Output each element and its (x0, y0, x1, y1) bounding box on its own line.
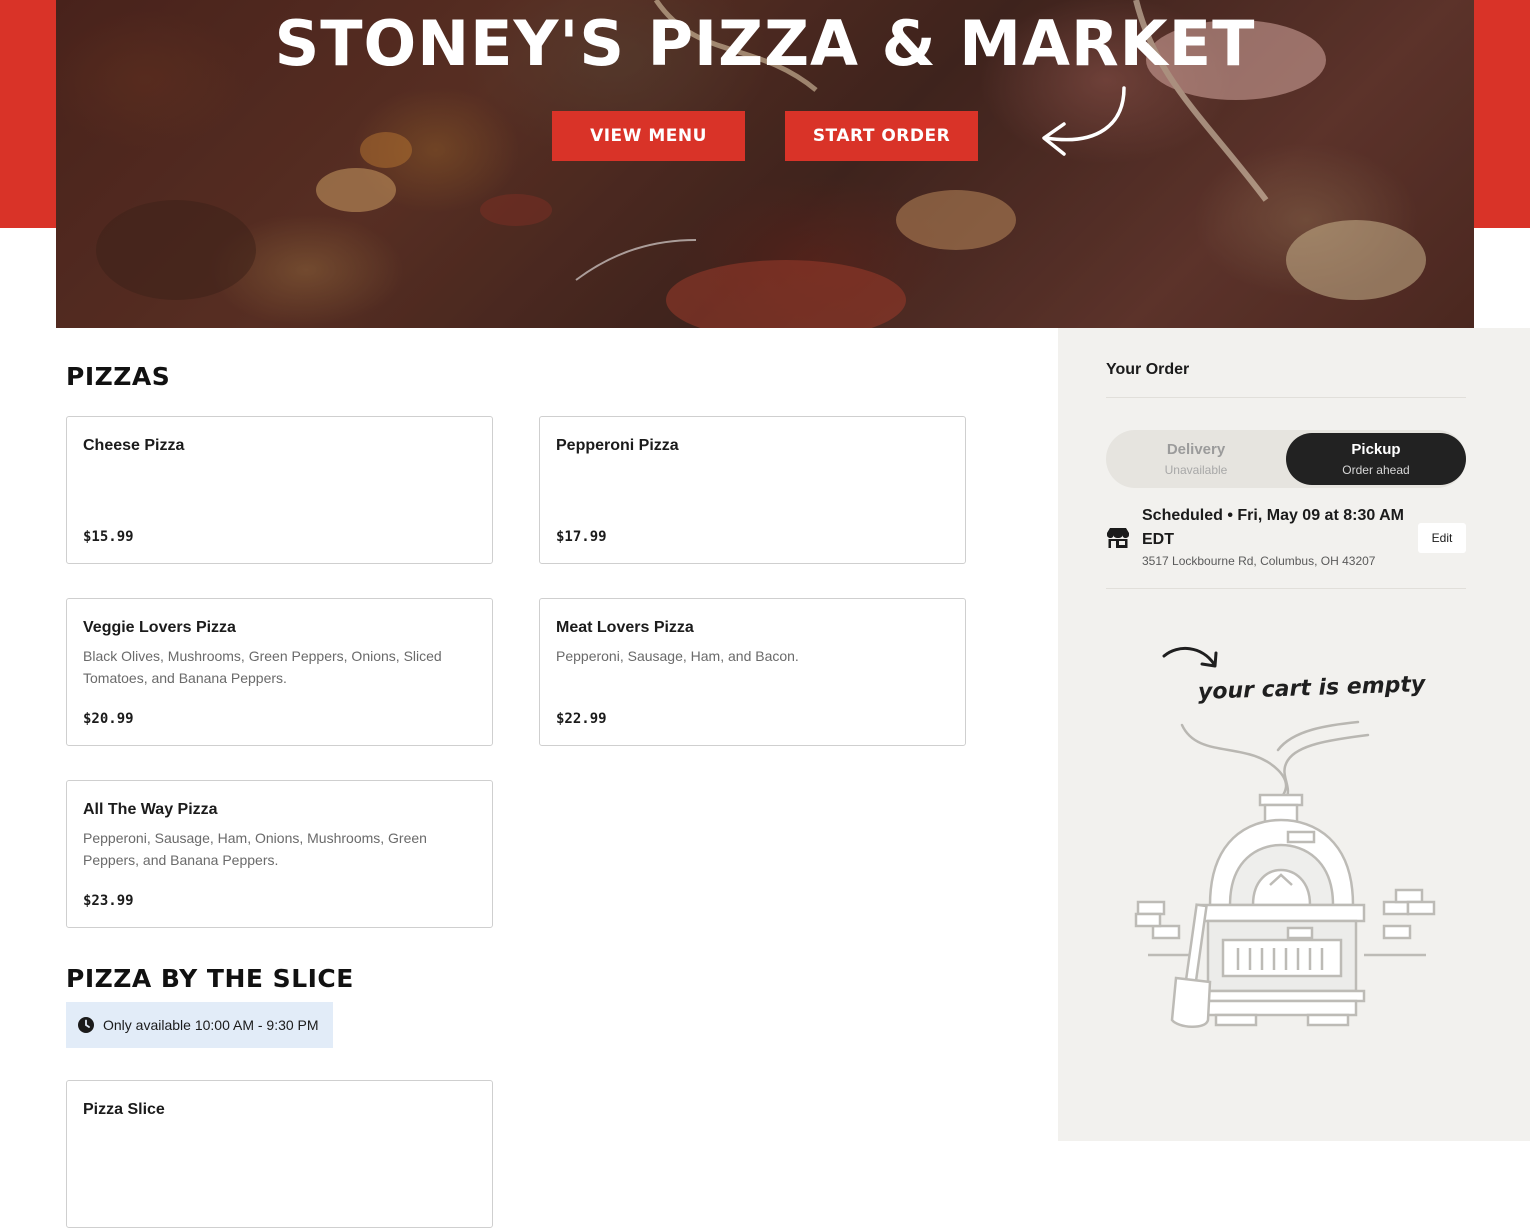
menu-item-price: $23.99 (83, 893, 134, 909)
pickup-status: Order ahead (1342, 463, 1410, 477)
fulfillment-toggle: Delivery Unavailable Pickup Order ahead (1106, 430, 1466, 488)
menu-item-name: Pizza Slice (83, 1101, 165, 1118)
menu-item-description: Pepperoni, Sausage, Ham, and Bacon. (556, 648, 799, 664)
pizza-oven-illustration (1134, 720, 1436, 1028)
store-icon (1107, 528, 1129, 548)
menu-item-price: $15.99 (83, 529, 134, 545)
delivery-status: Unavailable (1164, 463, 1228, 477)
clock-icon (78, 1017, 94, 1033)
curved-arrow-icon (1162, 646, 1218, 668)
menu-item-price: $20.99 (83, 711, 134, 727)
menu-item-name: All The Way Pizza (83, 801, 218, 818)
menu-item-description: Black Olives, Mushrooms, Green Peppers, … (83, 648, 442, 686)
order-title: Your Order (1106, 361, 1190, 378)
menu-item-description: Pepperoni, Sausage, Ham, Onions, Mushroo… (83, 830, 427, 868)
pickup-option[interactable]: Pickup Order ahead (1286, 433, 1466, 485)
delivery-option[interactable]: Delivery Unavailable (1106, 433, 1286, 485)
view-menu-button[interactable]: VIEW MENU (552, 111, 745, 161)
divider (1106, 397, 1466, 398)
curved-arrow-icon (1042, 86, 1126, 156)
empty-cart-text: your cart is empty (1197, 672, 1426, 705)
section-title-slice: PIZZA BY THE SLICE (66, 964, 354, 993)
section-title-pizzas: PIZZAS (66, 362, 171, 391)
divider (1106, 588, 1466, 589)
availability-notice: Only available 10:00 AM - 9:30 PM (66, 1002, 333, 1048)
hero-banner: STONEY'S PIZZA & MARKET VIEW MENU START … (56, 0, 1474, 328)
menu-item-card[interactable]: Meat Lovers Pizza Pepperoni, Sausage, Ha… (539, 598, 966, 746)
menu-item-name: Veggie Lovers Pizza (83, 619, 236, 636)
menu-item-price: $17.99 (556, 529, 607, 545)
edit-schedule-button[interactable]: Edit (1418, 523, 1466, 553)
pickup-address: 3517 Lockbourne Rd, Columbus, OH 43207 (1142, 554, 1376, 568)
start-order-button[interactable]: START ORDER (785, 111, 978, 161)
availability-text: Only available 10:00 AM - 9:30 PM (103, 1017, 319, 1033)
menu-item-card[interactable]: Cheese Pizza $15.99 (66, 416, 493, 564)
delivery-label: Delivery (1166, 441, 1226, 458)
menu-item-card[interactable]: Pizza Slice (66, 1080, 493, 1228)
menu-item-card[interactable]: Veggie Lovers Pizza Black Olives, Mushro… (66, 598, 493, 746)
restaurant-name: STONEY'S PIZZA & MARKET (274, 7, 1256, 80)
menu-item-card[interactable]: All The Way Pizza Pepperoni, Sausage, Ha… (66, 780, 493, 928)
menu-item-card[interactable]: Pepperoni Pizza $17.99 (539, 416, 966, 564)
menu-item-name: Cheese Pizza (83, 437, 185, 454)
scheduled-time: Scheduled • Fri, May 09 at 8:30 AM EDT (1142, 507, 1404, 548)
menu-item-price: $22.99 (556, 711, 607, 727)
menu-item-name: Pepperoni Pizza (556, 437, 679, 454)
menu-item-name: Meat Lovers Pizza (556, 619, 694, 636)
pickup-label: Pickup (1351, 441, 1401, 458)
order-sidebar: Your Order Delivery Unavailable Pickup O… (1058, 328, 1530, 1141)
